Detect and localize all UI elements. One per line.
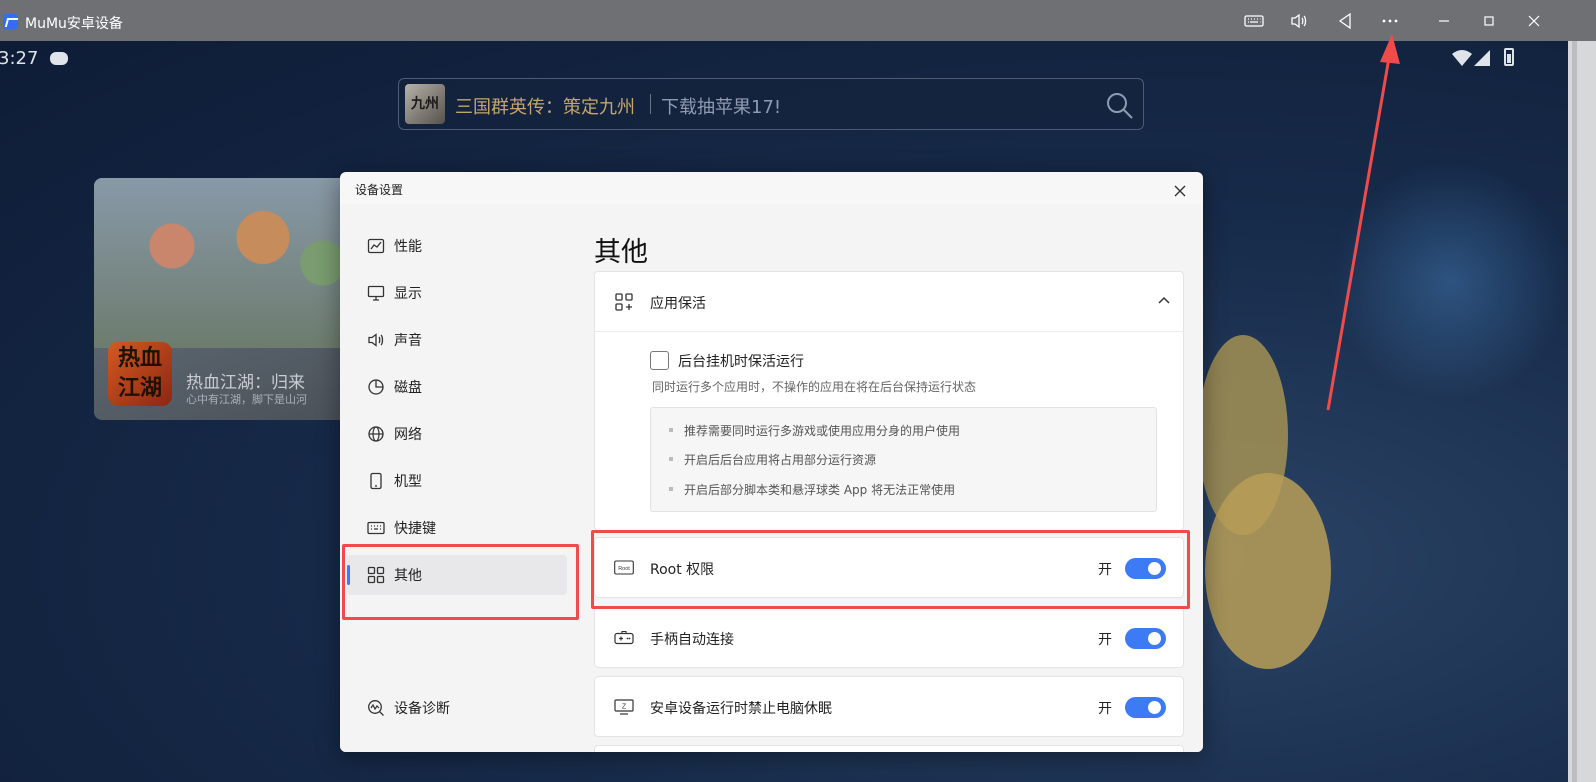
pie-chart-icon [367, 378, 385, 396]
page-title: 其他 [594, 237, 648, 268]
search-bar[interactable]: 九州 三国群英传：策定九州 下载抽苹果17! [398, 78, 1144, 130]
sidebar-item-label: 设备诊断 [394, 701, 450, 717]
window-title: MuMu安卓设备 [25, 16, 123, 32]
sidebar-item-label: 磁盘 [394, 380, 422, 396]
nosleep-toggle[interactable] [1125, 697, 1166, 718]
keepalive-checkbox-label[interactable]: 后台挂机时保活运行 [678, 351, 804, 371]
tip-item: 开启后后台应用将占用部分运行资源 [668, 453, 877, 467]
sidebar-item-label: 快捷键 [394, 521, 436, 537]
sidebar-item-diagnostics[interactable]: 设备诊断 [347, 688, 567, 728]
keyboard-icon[interactable] [1242, 10, 1266, 32]
root-icon: Root [614, 558, 634, 578]
svg-text:Z: Z [622, 704, 627, 711]
root-label: Root 权限 [650, 562, 715, 578]
search-game-thumbnail[interactable]: 九州 [405, 84, 445, 124]
sidebar-item-label: 机型 [394, 474, 422, 490]
game-card-tagline: 心中有江湖，脚下是山河 [186, 393, 307, 406]
keepalive-tips: 推荐需要同时运行多游戏或使用应用分身的用户使用 开启后后台应用将占用部分运行资源… [650, 407, 1157, 512]
annotation-arrow [1326, 34, 1400, 411]
gamepad-icon [614, 628, 634, 648]
status-time: 3:27 [0, 48, 39, 69]
gamepad-status-icon [50, 52, 68, 65]
phone-icon [367, 472, 385, 490]
globe-icon [367, 425, 385, 443]
search-promo-text[interactable]: 下载抽苹果17! [661, 93, 781, 119]
search-divider [650, 94, 651, 114]
sidebar-item-label: 显示 [394, 286, 422, 302]
sidebar-item-label: 其他 [394, 568, 422, 584]
settings-sidebar: 性能 显示 声音 磁盘 网络 机型 快捷键 其他 设备诊断 [340, 204, 574, 752]
svg-text:Root: Root [618, 566, 630, 572]
settings-dialog: 设备设置 性能 显示 声音 磁盘 网络 机型 快捷键 其他 设备诊断 其他 应用… [340, 172, 1203, 752]
nosleep-card: Z 安卓设备运行时禁止电脑休眠 开 [594, 676, 1184, 737]
keepalive-card: 应用保活 后台挂机时保活运行 同时运行多个应用时，不操作的应用在将在后台保持运行… [594, 271, 1185, 531]
close-icon[interactable] [1173, 184, 1187, 198]
sidebar-item-display[interactable]: 显示 [347, 273, 567, 313]
sidebar-item-sound[interactable]: 声音 [347, 320, 567, 360]
sidebar-item-label: 网络 [394, 427, 422, 443]
scrollbar[interactable] [1572, 41, 1577, 782]
side-scrollbar-area [1568, 41, 1596, 782]
close-icon[interactable] [1522, 10, 1546, 32]
sidebar-item-other[interactable]: 其他 [347, 555, 567, 595]
gamepad-label: 手柄自动连接 [650, 632, 734, 648]
keepalive-header[interactable]: 应用保活 [595, 272, 1185, 332]
sidebar-item-label: 声音 [394, 333, 422, 349]
root-state: 开 [1098, 562, 1112, 578]
sidebar-item-disk[interactable]: 磁盘 [347, 367, 567, 407]
tip-item: 开启后部分脚本类和悬浮球类 App 将无法正常使用 [668, 483, 956, 497]
minimize-icon[interactable] [1432, 10, 1456, 32]
grid-icon [367, 566, 385, 584]
root-card: Root Root 权限 开 [594, 537, 1184, 598]
game-card[interactable]: 热血江湖 热血江湖：归来 心中有江湖，脚下是山河 [94, 178, 354, 420]
gamepad-state: 开 [1098, 632, 1112, 648]
mumu-logo-icon [3, 14, 18, 29]
wifi-signal-icon [1452, 50, 1490, 66]
apps-icon [614, 292, 634, 312]
next-card-partial [594, 745, 1184, 752]
sidebar-item-shortcuts[interactable]: 快捷键 [347, 508, 567, 548]
volume-icon[interactable] [1287, 10, 1311, 32]
sleep-icon: Z [614, 697, 634, 717]
nosleep-row: Z 安卓设备运行时禁止电脑休眠 开 [595, 677, 1185, 737]
sidebar-item-network[interactable]: 网络 [347, 414, 567, 454]
nosleep-state: 开 [1098, 701, 1112, 717]
search-icon[interactable] [1105, 91, 1135, 121]
maximize-icon[interactable] [1477, 10, 1501, 32]
performance-icon [367, 237, 385, 255]
keepalive-checkbox[interactable] [650, 351, 669, 370]
tip-item: 推荐需要同时运行多游戏或使用应用分身的用户使用 [668, 424, 961, 438]
root-toggle[interactable] [1125, 558, 1166, 579]
search-game-title[interactable]: 三国群英传：策定九州 [455, 93, 635, 119]
diagnostics-icon [367, 699, 385, 717]
gamepad-toggle[interactable] [1125, 628, 1166, 649]
battery-icon [1504, 48, 1514, 66]
nosleep-label: 安卓设备运行时禁止电脑休眠 [650, 701, 832, 717]
keepalive-description: 同时运行多个应用时，不操作的应用在将在后台保持运行状态 [652, 380, 977, 394]
dialog-title: 设备设置 [355, 183, 404, 197]
game-app-icon[interactable]: 热血江湖 [108, 342, 172, 406]
speaker-icon [367, 331, 385, 349]
dialog-close-button[interactable] [1169, 180, 1191, 202]
sidebar-item-label: 性能 [394, 239, 422, 255]
sidebar-item-performance[interactable]: 性能 [347, 226, 567, 266]
keepalive-title: 应用保活 [650, 296, 706, 312]
game-card-name: 热血江湖：归来 [186, 373, 305, 393]
root-row: Root Root 权限 开 [595, 538, 1185, 598]
game-card-art [94, 178, 354, 348]
background-planet [1205, 473, 1331, 669]
keyboard-icon [367, 519, 385, 537]
chevron-up-icon[interactable] [1157, 294, 1171, 308]
sidebar-item-model[interactable]: 机型 [347, 461, 567, 501]
gamepad-card: 手柄自动连接 开 [594, 607, 1184, 668]
gamepad-row: 手柄自动连接 开 [595, 608, 1185, 668]
settings-main-pane: 其他 应用保活 后台挂机时保活运行 同时运行多个应用时，不操作的应用在将在后台保… [574, 204, 1203, 752]
monitor-icon [367, 284, 385, 302]
